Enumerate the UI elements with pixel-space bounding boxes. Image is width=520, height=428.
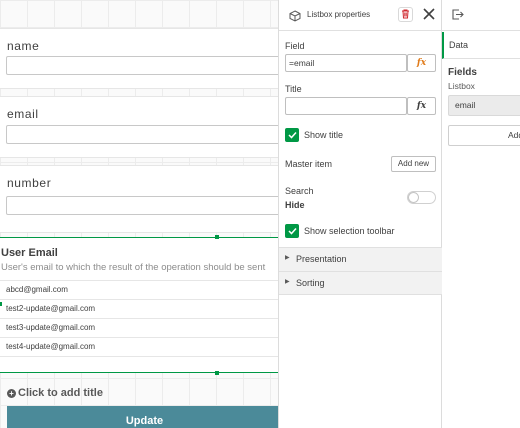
field-card-number[interactable]: number bbox=[0, 165, 278, 233]
field-expression-input[interactable]: =email bbox=[285, 54, 407, 72]
close-icon[interactable] bbox=[422, 7, 436, 26]
update-button[interactable]: Update bbox=[7, 406, 278, 428]
check-icon bbox=[287, 222, 297, 240]
show-selection-toolbar-label: Show selection toolbar bbox=[304, 226, 395, 236]
add-title-label: Click to add title bbox=[18, 387, 103, 399]
selection-handle-top[interactable] bbox=[215, 235, 219, 239]
assets-header bbox=[442, 0, 520, 31]
sheet-canvas: name email number User Email User's emai… bbox=[0, 0, 278, 428]
email-field-item[interactable]: email bbox=[448, 95, 520, 116]
show-title-checkbox[interactable] bbox=[285, 128, 299, 142]
field-label-email: email bbox=[7, 107, 39, 121]
show-selection-toolbar-checkbox[interactable] bbox=[285, 224, 299, 238]
trash-icon bbox=[401, 6, 410, 24]
section-presentation[interactable]: ▶ Presentation bbox=[279, 247, 442, 271]
show-title-label: Show title bbox=[304, 130, 344, 140]
delete-button[interactable] bbox=[398, 7, 413, 22]
listbox-properties-panel: Listbox properties Field =email fx Title… bbox=[278, 0, 442, 428]
listbox-item[interactable]: test4-update@gmail.com bbox=[0, 337, 278, 356]
caret-right-icon: ▶ bbox=[285, 279, 290, 285]
number-input[interactable] bbox=[6, 196, 278, 215]
add-button[interactable]: Add bbox=[448, 125, 520, 146]
field-card-email[interactable]: email bbox=[0, 96, 278, 158]
title-input[interactable] bbox=[285, 97, 407, 115]
add-new-button[interactable]: Add new bbox=[391, 156, 436, 172]
field-label-number: number bbox=[7, 176, 52, 190]
listbox-label: Listbox bbox=[448, 81, 475, 91]
section-sorting-label: Sorting bbox=[296, 278, 325, 288]
field-card-name[interactable]: name bbox=[0, 28, 278, 89]
search-state-label: Hide bbox=[285, 200, 305, 210]
tab-data[interactable]: Data bbox=[442, 32, 520, 59]
listbox-item[interactable]: abcd@gmail.com bbox=[0, 280, 278, 299]
listbox-empty-row bbox=[0, 356, 278, 375]
listbox-item[interactable]: test3-update@gmail.com bbox=[0, 318, 278, 337]
name-input[interactable] bbox=[6, 56, 278, 75]
field-label: Field bbox=[285, 41, 305, 51]
assets-panel: Data Fields Listbox email Add bbox=[442, 0, 520, 428]
field-expression-button[interactable]: fx bbox=[407, 54, 436, 72]
listbox-subtitle: User's email to which the result of the … bbox=[1, 262, 266, 273]
master-item-label: Master item bbox=[285, 159, 333, 169]
email-input[interactable] bbox=[6, 125, 278, 144]
caret-right-icon: ▶ bbox=[285, 255, 290, 261]
title-expression-button[interactable]: fx bbox=[407, 97, 436, 115]
toggle-knob bbox=[408, 192, 419, 203]
fields-title: Fields bbox=[448, 67, 477, 78]
search-toggle[interactable] bbox=[407, 191, 436, 204]
search-label: Search bbox=[285, 186, 314, 196]
properties-header: Listbox properties bbox=[279, 0, 442, 31]
listbox-item[interactable]: test2-update@gmail.com bbox=[0, 299, 278, 318]
user-email-listbox[interactable]: User Email User's email to which the res… bbox=[0, 235, 278, 375]
properties-title: Listbox properties bbox=[307, 10, 371, 19]
title-label: Title bbox=[285, 84, 302, 94]
plus-circle-icon: + bbox=[7, 388, 16, 398]
listbox-title: User Email bbox=[1, 247, 58, 259]
add-title-button[interactable]: + Click to add title bbox=[7, 387, 103, 399]
cube-icon bbox=[289, 9, 301, 27]
export-icon[interactable] bbox=[451, 8, 464, 26]
field-label-name: name bbox=[7, 39, 40, 53]
check-icon bbox=[287, 126, 297, 144]
section-presentation-label: Presentation bbox=[296, 254, 347, 264]
section-sorting[interactable]: ▶ Sorting bbox=[279, 271, 442, 295]
